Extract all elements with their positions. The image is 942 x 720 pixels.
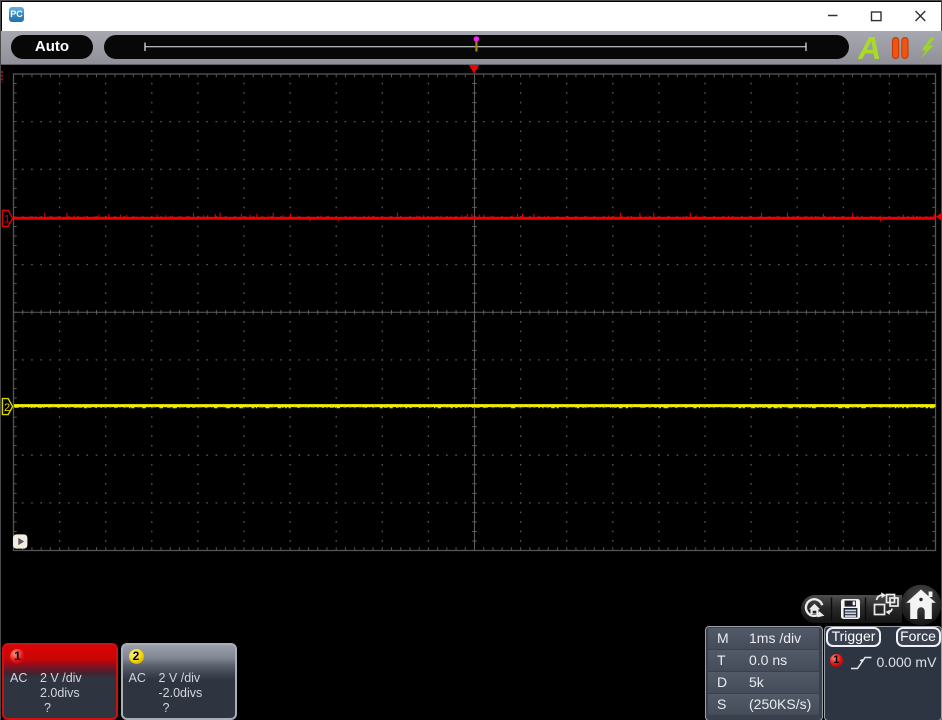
svg-text:A: A — [856, 31, 885, 65]
svg-text:1: 1 — [4, 214, 10, 226]
svg-text:2: 2 — [4, 402, 10, 414]
